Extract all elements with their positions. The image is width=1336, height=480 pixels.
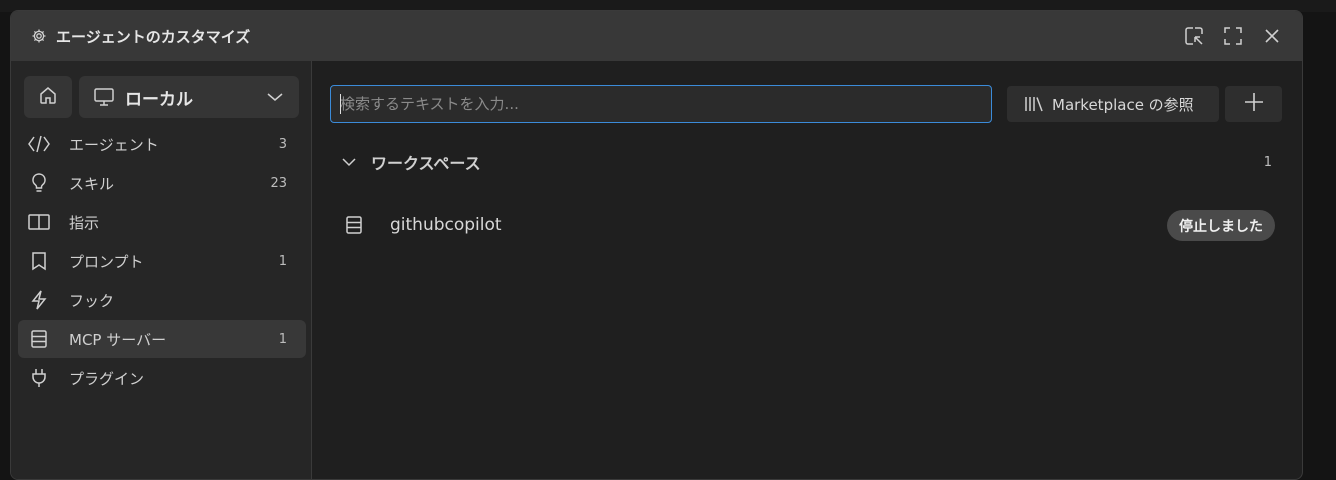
status-badge: 停止しました (1167, 210, 1275, 241)
item-count: 23 (270, 175, 287, 191)
sidebar-item-mcp-servers[interactable]: MCP サーバー 1 (18, 320, 306, 358)
server-list-item[interactable]: githubcopilot 停止しました (343, 205, 1275, 245)
search-field[interactable] (330, 85, 992, 123)
add-server-button[interactable] (1225, 86, 1282, 122)
search-input[interactable] (331, 94, 991, 114)
item-count: 3 (278, 136, 287, 152)
lightbulb-icon (27, 171, 51, 195)
scope-select[interactable]: ローカル (79, 76, 299, 118)
sidebar-item-label: プラグイン (69, 369, 145, 388)
section-title: ワークスペース (371, 154, 481, 173)
sidebar-item-instructions[interactable]: 指示 (18, 203, 306, 241)
item-count: 1 (278, 331, 287, 347)
home-icon (38, 85, 58, 109)
main-panel: Marketplace の参照 ワークスペース 1 (313, 61, 1302, 479)
workspace-section-header[interactable]: ワークスペース 1 (340, 150, 1272, 174)
monitor-icon (93, 86, 115, 108)
sidebar: ローカル エージェント 3 スキル 23 指示 プロンプト 1 フック MCP … (11, 61, 312, 479)
library-icon (1023, 94, 1047, 114)
sidebar-item-label: エージェント (69, 135, 159, 154)
gear-icon (30, 27, 48, 45)
title-bar: エージェントのカスタマイズ (11, 11, 1302, 61)
title-actions (1182, 24, 1284, 48)
lightning-icon (27, 288, 51, 312)
section-count: 1 (1263, 154, 1272, 170)
customize-agent-dialog: エージェントのカスタマイズ ローカル エージェント 3 スキル 23 指示 プロ… (10, 10, 1303, 480)
sidebar-item-label: 指示 (69, 213, 100, 232)
text-caret (340, 94, 341, 114)
marketplace-label: Marketplace の参照 (1052, 95, 1194, 114)
browse-marketplace-button[interactable]: Marketplace の参照 (1007, 86, 1219, 122)
book-icon (27, 210, 51, 234)
sidebar-item-label: フック (69, 291, 115, 310)
sidebar-item-plugins[interactable]: プラグイン (18, 359, 306, 397)
server-icon (27, 327, 51, 351)
maximize-icon[interactable] (1221, 24, 1245, 48)
bookmark-icon (27, 249, 51, 273)
chevron-down-icon (340, 153, 358, 171)
sidebar-item-skills[interactable]: スキル 23 (18, 164, 306, 202)
open-in-window-icon[interactable] (1182, 24, 1206, 48)
plus-icon (1243, 91, 1265, 117)
item-count: 1 (278, 253, 287, 269)
chevron-down-icon (265, 87, 285, 107)
close-icon[interactable] (1260, 24, 1284, 48)
server-name: githubcopilot (390, 215, 502, 235)
sidebar-nav: エージェント 3 スキル 23 指示 プロンプト 1 フック MCP サーバー … (18, 125, 306, 398)
server-icon (343, 214, 365, 236)
sidebar-item-prompts[interactable]: プロンプト 1 (18, 242, 306, 280)
sidebar-item-agents[interactable]: エージェント 3 (18, 125, 306, 163)
code-icon (27, 132, 51, 156)
dialog-title: エージェントのカスタマイズ (56, 27, 251, 46)
home-button[interactable] (24, 76, 72, 118)
sidebar-item-label: MCP サーバー (69, 330, 167, 349)
scope-label: ローカル (125, 89, 193, 110)
plug-icon (27, 366, 51, 390)
sidebar-item-label: プロンプト (69, 252, 144, 271)
sidebar-item-hooks[interactable]: フック (18, 281, 306, 319)
sidebar-item-label: スキル (69, 174, 115, 193)
